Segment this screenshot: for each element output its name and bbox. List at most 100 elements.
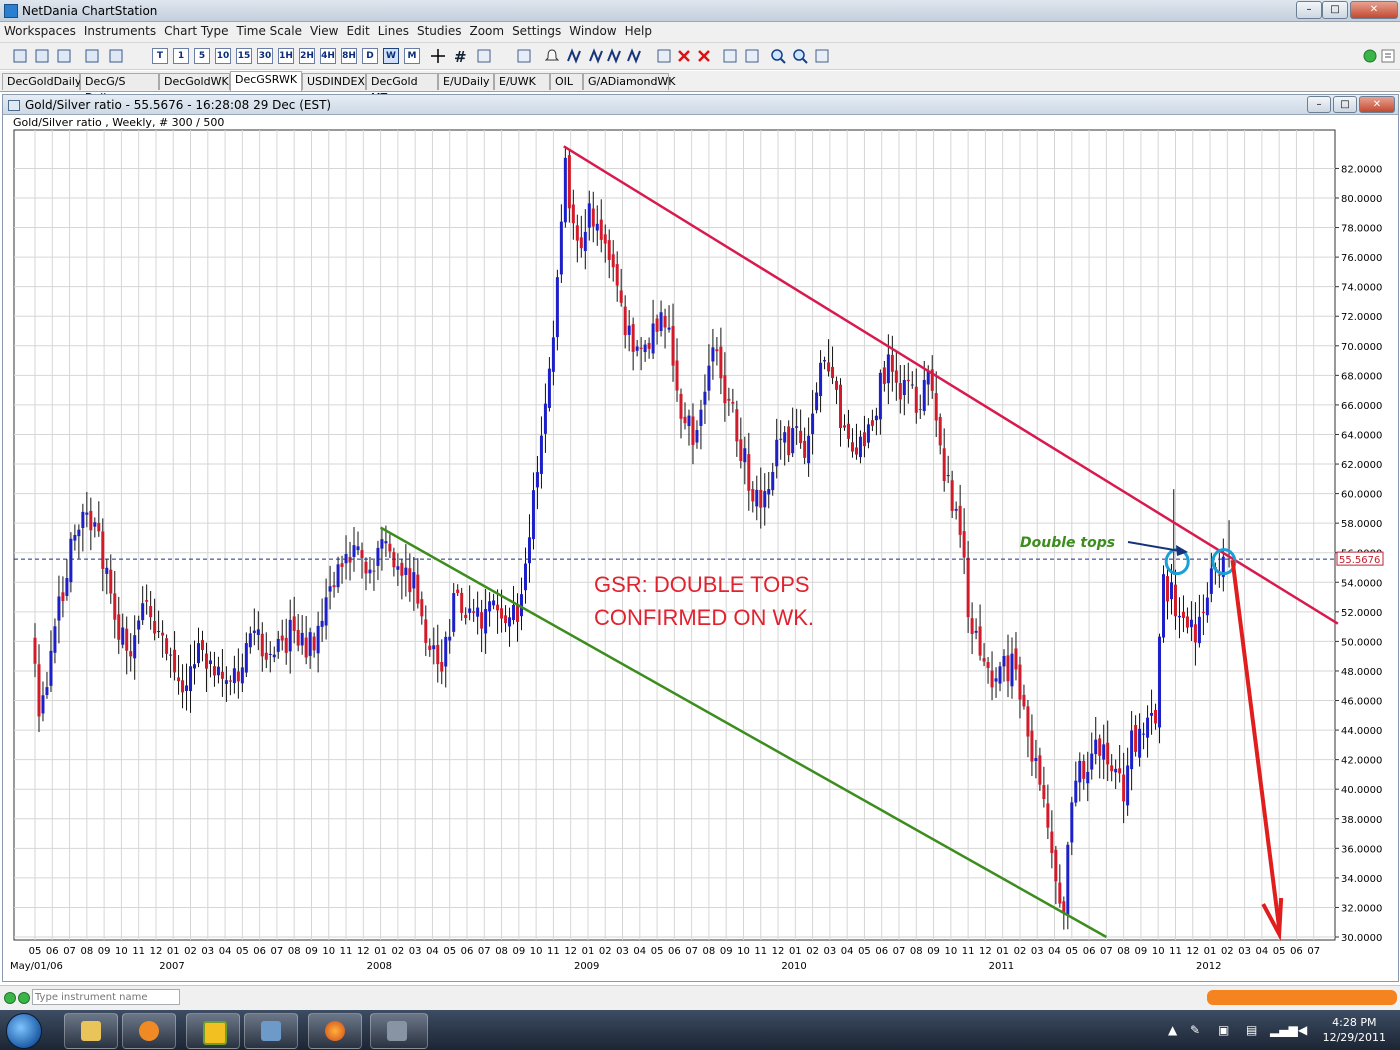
candle-body — [1150, 712, 1154, 716]
candle-body — [212, 666, 216, 676]
annotation-text-line2: CONFIRMED ON WK. — [594, 605, 814, 630]
x-tick-label: 05 — [1273, 946, 1286, 957]
candle-body — [811, 413, 815, 435]
taskbar-app-blue[interactable] — [244, 1013, 298, 1049]
candle-body — [224, 680, 228, 684]
candle-body — [73, 535, 77, 541]
x-tick-label: 01 — [582, 946, 595, 957]
candle-body — [101, 531, 105, 569]
candle-body — [424, 619, 428, 643]
candle-body — [216, 666, 220, 676]
candle-body — [53, 626, 57, 653]
candle-body — [189, 666, 193, 692]
candle-body — [65, 578, 69, 596]
candle-body — [1166, 576, 1170, 602]
candle-body — [332, 585, 336, 588]
candle-body — [512, 605, 516, 621]
candle-body — [886, 354, 890, 384]
candle-body — [1126, 765, 1130, 806]
candle-body — [81, 511, 85, 529]
y-tick-label: 36.0000 — [1341, 844, 1382, 855]
candle-body — [440, 662, 444, 672]
candle-body — [906, 379, 910, 382]
candle-body — [803, 440, 807, 458]
candle-body — [244, 643, 248, 673]
candle-body — [839, 384, 843, 429]
x-tick-label: 05 — [443, 946, 456, 957]
candle-body — [228, 680, 232, 682]
candle-body — [563, 157, 567, 223]
x-tick-label: 12 — [564, 946, 577, 957]
instrument-search-input[interactable] — [32, 989, 180, 1005]
y-tick-label: 38.0000 — [1341, 815, 1382, 826]
x-tick-label: 07 — [1100, 946, 1113, 957]
x-tick-label: 10 — [1152, 946, 1165, 957]
candle-body — [456, 589, 460, 593]
tray-cursor-icon[interactable]: ✎ — [1190, 1023, 1200, 1037]
redacted-area — [1207, 990, 1397, 1005]
candle-body — [1070, 802, 1074, 843]
candle-body — [1058, 882, 1062, 904]
candle-body — [970, 618, 974, 634]
candle-body — [69, 538, 73, 583]
x-tick-label: 09 — [720, 946, 733, 957]
candle-body — [436, 644, 440, 665]
candle-body — [185, 685, 189, 691]
x-tick-label: 05 — [858, 946, 871, 957]
y-tick-label: 50.0000 — [1341, 637, 1382, 648]
candle-body — [1078, 760, 1082, 783]
x-tick-label: 02 — [806, 946, 819, 957]
candle-body — [496, 604, 500, 611]
taskbar-clock[interactable]: 4:28 PM 12/29/2011 — [1323, 1015, 1386, 1045]
tray-app-icon[interactable]: ▣ — [1218, 1023, 1229, 1037]
tray-arrow-icon[interactable]: ▲ — [1168, 1023, 1177, 1037]
candle-body — [962, 531, 966, 558]
taskbar-firefox[interactable] — [308, 1013, 362, 1049]
x-tick-label: 01 — [374, 946, 387, 957]
candle-body — [767, 489, 771, 495]
tray-signal-icon[interactable]: ▂▄▆ — [1270, 1023, 1298, 1037]
candle-body — [328, 586, 332, 592]
status-green-icon — [18, 992, 30, 1004]
candle-body — [583, 231, 587, 252]
os-taskbar: ▲ ✎ ▣ ▤ ▂▄▆ ◀ 4:28 PM 12/29/2011 — [0, 1010, 1400, 1050]
x-tick-label: 10 — [115, 946, 128, 957]
taskbar-app-green[interactable] — [186, 1013, 240, 1049]
candle-body — [942, 448, 946, 481]
taskbar-explorer[interactable] — [64, 1013, 118, 1049]
x-tick-label: 11 — [132, 946, 145, 957]
x-tick-label: 07 — [63, 946, 76, 957]
candle-body — [535, 472, 539, 488]
candle-body — [555, 277, 559, 338]
gsr-weekly-chart[interactable]: 30.0000 32.0000 34.0000 36.0000 38.0000 40.00… — [0, 0, 1400, 985]
candle-body — [1201, 611, 1205, 613]
start-button[interactable] — [6, 1013, 42, 1049]
candle-body — [723, 375, 727, 404]
candle-body — [603, 234, 607, 244]
candle-body — [348, 556, 352, 563]
tray-network-icon[interactable]: ▤ — [1246, 1023, 1257, 1037]
candle-body — [1110, 765, 1114, 772]
candle-body — [854, 447, 858, 455]
taskbar-media-player[interactable] — [122, 1013, 176, 1049]
candle-body — [902, 380, 906, 396]
candle-body — [1130, 730, 1134, 770]
x-tick-label: 06 — [253, 946, 266, 957]
x-tick-label: 01 — [789, 946, 802, 957]
candle-body — [484, 609, 488, 634]
x-tick-label: 03 — [201, 946, 214, 957]
candle-body — [755, 489, 759, 507]
candle-body — [1177, 615, 1181, 618]
tray-volume-icon[interactable]: ◀ — [1298, 1023, 1307, 1037]
x-tick-label: 08 — [288, 946, 301, 957]
candle-body — [819, 362, 823, 397]
candle-body — [384, 541, 388, 544]
candle-body — [133, 635, 137, 659]
taskbar-chartstation[interactable] — [370, 1013, 428, 1049]
candle-body — [416, 574, 420, 604]
candle-body — [1054, 849, 1058, 882]
candle-body — [408, 568, 412, 593]
candle-body — [731, 401, 735, 404]
candle-body — [173, 649, 177, 673]
x-tick-label: 10 — [737, 946, 750, 957]
